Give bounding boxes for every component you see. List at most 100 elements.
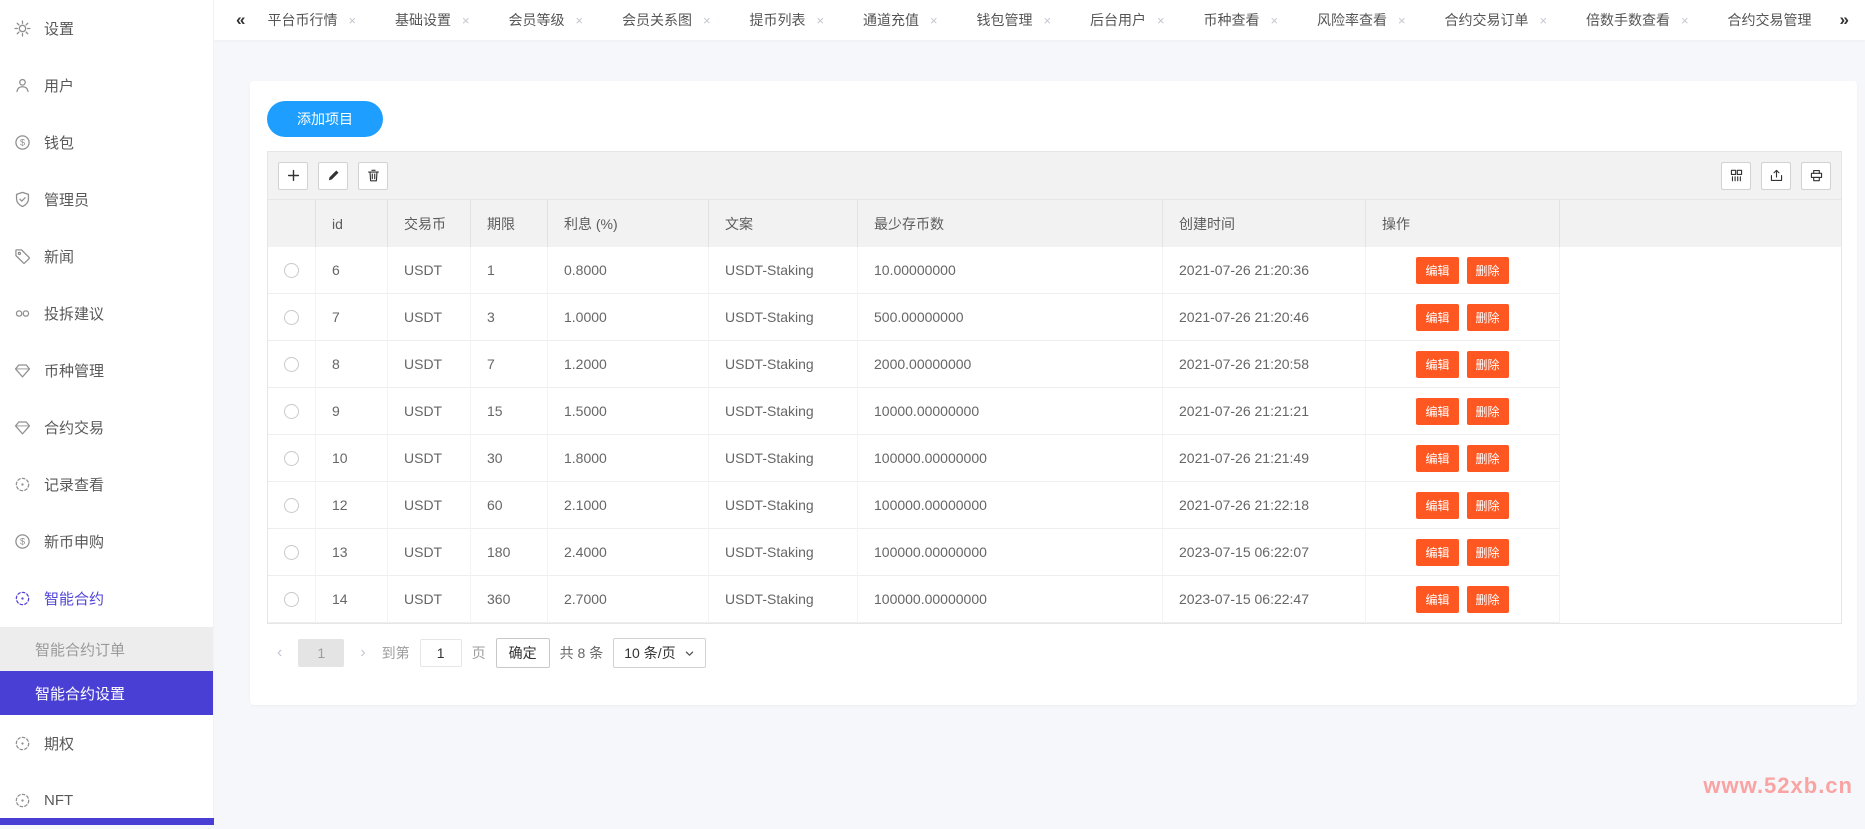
edit-button[interactable]: 编辑: [1416, 492, 1458, 519]
tab[interactable]: 通道充值×: [863, 10, 938, 30]
sidebar-item[interactable]: 合约交易: [0, 399, 213, 456]
main-content: 添加项目 id交易币期限利息 (%)文案最少存币数创建时间操作 6USDT10.…: [214, 40, 1865, 825]
row-filler: [1560, 435, 1841, 482]
next-page-icon[interactable]: ›: [354, 644, 371, 662]
cell-actions: 编辑删除: [1366, 341, 1560, 388]
tab[interactable]: 风险率查看×: [1317, 10, 1406, 30]
cell-text: USDT-Staking: [709, 529, 858, 576]
tab-close-icon[interactable]: ×: [575, 13, 583, 28]
sidebar-item[interactable]: 智能合约: [0, 570, 213, 627]
sidebar: 设置用户$钱包管理员新闻投拆建议币种管理合约交易记录查看$新币申购智能合约智能合…: [0, 0, 214, 825]
cell-id: 14: [316, 576, 388, 623]
tab-close-icon[interactable]: ×: [348, 13, 356, 28]
cell-coin: USDT: [388, 294, 471, 341]
tab-close-icon[interactable]: ×: [1681, 13, 1689, 28]
tab[interactable]: 钱包管理 ×: [976, 10, 1051, 30]
tab[interactable]: 币种查看×: [1203, 10, 1278, 30]
edit-button[interactable]: 编辑: [1416, 586, 1458, 613]
tab-close-icon[interactable]: ×: [1157, 13, 1165, 28]
delete-button[interactable]: 删除: [1467, 586, 1509, 613]
delete-button[interactable]: 删除: [1467, 351, 1509, 378]
cell-actions: 编辑删除: [1366, 435, 1560, 482]
edit-button[interactable]: 编辑: [1416, 351, 1458, 378]
row-radio[interactable]: [284, 545, 299, 560]
columns-button[interactable]: [1721, 162, 1751, 190]
sidebar-item[interactable]: 记录查看: [0, 456, 213, 513]
plus-button[interactable]: [278, 162, 308, 190]
prev-page-icon[interactable]: ‹: [271, 644, 288, 662]
sidebar-item-label: 记录查看: [44, 474, 104, 495]
tab-close-icon[interactable]: ×: [1539, 13, 1547, 28]
sidebar-item[interactable]: 期权: [0, 715, 213, 772]
cell-text: USDT-Staking: [709, 247, 858, 294]
row-filler: [1560, 294, 1841, 341]
row-radio[interactable]: [284, 357, 299, 372]
column-header: 创建时间: [1163, 200, 1366, 247]
row-radio[interactable]: [284, 498, 299, 513]
tab[interactable]: 会员关系图×: [622, 10, 711, 30]
sidebar-item[interactable]: 设置: [0, 0, 213, 57]
sidebar-item[interactable]: 投拆建议: [0, 285, 213, 342]
sidebar-item-label: 管理员: [44, 189, 89, 210]
sidebar-item[interactable]: 用户: [0, 57, 213, 114]
edit-button[interactable]: 编辑: [1416, 304, 1458, 331]
tab-close-icon[interactable]: ×: [462, 13, 470, 28]
delete-button[interactable]: 删除: [1467, 257, 1509, 284]
row-radio[interactable]: [284, 404, 299, 419]
trash-button[interactable]: [358, 162, 388, 190]
tabs-scroll-left-icon[interactable]: «: [236, 10, 243, 30]
edit-button[interactable]: 编辑: [1416, 257, 1458, 284]
svg-text:$: $: [19, 537, 24, 547]
tab-close-icon[interactable]: ×: [1043, 13, 1051, 28]
page-size-select[interactable]: 10 条/页: [613, 638, 705, 668]
tab-close-icon[interactable]: ×: [1270, 13, 1278, 28]
sidebar-item[interactable]: $钱包: [0, 114, 213, 171]
tab[interactable]: 后台用户×: [1090, 10, 1165, 30]
pencil-button[interactable]: [318, 162, 348, 190]
cell-coin: USDT: [388, 482, 471, 529]
cell-interest: 1.8000: [548, 435, 709, 482]
row-radio[interactable]: [284, 263, 299, 278]
add-item-button[interactable]: 添加项目: [267, 101, 383, 137]
sidebar-item[interactable]: 新闻: [0, 228, 213, 285]
tab[interactable]: 基础设置×: [395, 10, 470, 30]
row-radio[interactable]: [284, 451, 299, 466]
goto-page-label: 到第: [382, 643, 410, 663]
delete-button[interactable]: 删除: [1467, 304, 1509, 331]
edit-button[interactable]: 编辑: [1416, 398, 1458, 425]
row-radio[interactable]: [284, 592, 299, 607]
sidebar-subitem[interactable]: 智能合约设置: [0, 671, 213, 715]
sidebar-item[interactable]: 管理员: [0, 171, 213, 228]
delete-button[interactable]: 删除: [1467, 398, 1509, 425]
tab[interactable]: 提币列表×: [749, 10, 824, 30]
tab-close-icon[interactable]: ×: [930, 13, 938, 28]
sidebar-item[interactable]: 币种管理: [0, 342, 213, 399]
delete-button[interactable]: 删除: [1467, 445, 1509, 472]
tabs-scroll-right-icon[interactable]: »: [1840, 10, 1847, 30]
tab[interactable]: 合约交易订单×: [1444, 10, 1547, 30]
tab-close-icon[interactable]: ×: [1398, 13, 1406, 28]
row-radio[interactable]: [284, 310, 299, 325]
tab[interactable]: 会员等级×: [508, 10, 583, 30]
export-button[interactable]: [1761, 162, 1791, 190]
tab[interactable]: 平台币行情×: [267, 10, 356, 30]
pagination: ‹ 1 › 到第 页 确定 共 8 条 10 条/页: [267, 638, 1842, 668]
tab-close-icon[interactable]: ×: [703, 13, 711, 28]
edit-button[interactable]: 编辑: [1416, 539, 1458, 566]
sidebar-item[interactable]: $新币申购: [0, 513, 213, 570]
tab[interactable]: 合约交易管理: [1727, 10, 1811, 30]
tab-close-icon[interactable]: ×: [816, 13, 824, 28]
tab[interactable]: 倍数手数查看×: [1586, 10, 1689, 30]
confirm-page-button[interactable]: 确定: [496, 638, 550, 668]
column-header: [268, 200, 316, 247]
edit-button[interactable]: 编辑: [1416, 445, 1458, 472]
goto-page-input[interactable]: [420, 639, 462, 667]
delete-button[interactable]: 删除: [1467, 492, 1509, 519]
tab-label: 钱包管理: [976, 10, 1032, 30]
delete-button[interactable]: 删除: [1467, 539, 1509, 566]
sidebar-subitem[interactable]: 智能合约订单: [0, 627, 213, 671]
cell-created: 2021-07-26 21:21:21: [1163, 388, 1366, 435]
compass-icon: [13, 476, 31, 494]
print-button[interactable]: [1801, 162, 1831, 190]
current-page-button[interactable]: 1: [298, 639, 344, 667]
